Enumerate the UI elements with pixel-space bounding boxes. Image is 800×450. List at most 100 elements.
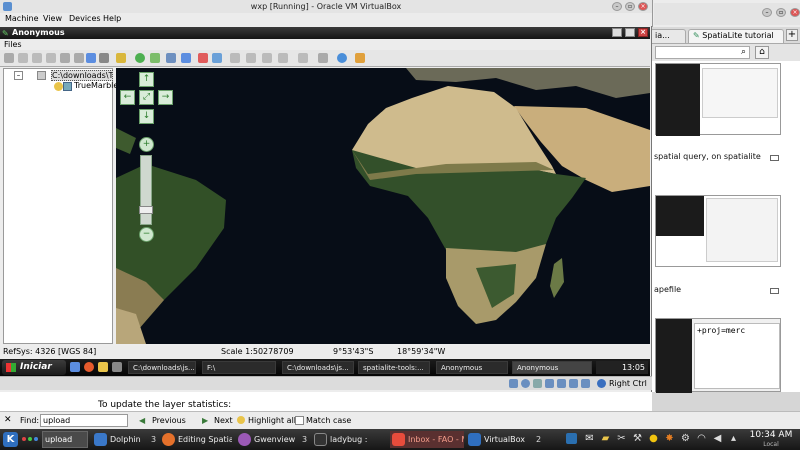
browser-icon[interactable] xyxy=(84,362,94,372)
tool-icon[interactable] xyxy=(150,53,160,63)
volume-icon[interactable]: ◀ xyxy=(712,433,723,444)
highlight-all-toggle[interactable]: Highlight all xyxy=(248,416,296,425)
connect-icon[interactable] xyxy=(86,53,96,63)
browser-maximize-button[interactable]: ▫ xyxy=(776,8,786,17)
tray-expand-icon[interactable]: ▴ xyxy=(728,433,739,444)
task-virtualbox[interactable]: VirtualBox xyxy=(466,431,536,448)
settings-icon[interactable]: ⚙ xyxy=(680,433,691,444)
zoom-out-button[interactable]: − xyxy=(139,227,154,242)
guest-task-active[interactable]: Anonymous xyxy=(512,361,592,374)
close-button[interactable]: × xyxy=(638,2,648,11)
browser-close-button[interactable]: × xyxy=(790,8,800,17)
network-icon[interactable] xyxy=(545,379,554,388)
find-input[interactable]: upload xyxy=(40,414,128,427)
shared-folder-icon[interactable] xyxy=(557,379,566,388)
guest-files-menu[interactable]: Files xyxy=(0,39,650,50)
cd-icon[interactable] xyxy=(521,379,530,388)
browser-tab-spatialite[interactable]: ✎ SpatiaLite tutorial xyxy=(688,29,784,43)
bulb-icon[interactable] xyxy=(54,82,63,91)
screenshot-thumbnail[interactable]: +proj=merc xyxy=(655,318,781,393)
tool-icon[interactable] xyxy=(246,53,256,63)
tool-icon[interactable] xyxy=(262,53,272,63)
folder-icon[interactable] xyxy=(98,362,108,372)
upload-thumbnail[interactable]: upload xyxy=(42,431,88,448)
folder-tray-icon[interactable]: ▰ xyxy=(600,433,611,444)
pan-down-button[interactable]: ↓ xyxy=(139,109,154,124)
enlarge-icon[interactable] xyxy=(770,288,779,294)
pager-dot-icon[interactable] xyxy=(28,437,32,441)
zoom-extent-button[interactable]: ⤢ xyxy=(139,90,154,105)
wifi-icon[interactable]: ◠ xyxy=(696,433,707,444)
match-case-checkbox[interactable] xyxy=(295,416,304,425)
pan-up-button[interactable]: ↑ xyxy=(139,72,154,87)
tool-icon[interactable] xyxy=(60,53,70,63)
minimize-button[interactable]: – xyxy=(612,2,622,11)
menu-devices[interactable]: Devices xyxy=(69,14,101,23)
new-tab-button[interactable]: + xyxy=(786,29,798,41)
task-firefox[interactable]: Editing Spatiali xyxy=(160,431,232,448)
map-canvas[interactable]: ↑ ← ⤢ → ↓ + − xyxy=(116,68,650,344)
task-terminal[interactable]: ladybug : xyxy=(312,431,386,448)
screenshot-thumbnail[interactable] xyxy=(655,195,781,267)
task-gwenview[interactable]: Gwenview xyxy=(236,431,300,448)
notification-icon[interactable]: ✸ xyxy=(664,433,675,444)
pager-dot-icon[interactable] xyxy=(34,437,38,441)
guest-task[interactable]: C:\downloads\js... xyxy=(128,361,196,374)
browser-tab[interactable]: ia... xyxy=(650,29,686,43)
tool-icon[interactable] xyxy=(298,53,308,63)
find-next-button[interactable]: Next xyxy=(214,416,233,425)
quicklaunch-icon[interactable] xyxy=(70,362,80,372)
browser-minimize-button[interactable]: – xyxy=(762,8,772,17)
tool-icon[interactable] xyxy=(166,53,176,63)
home-icon[interactable]: ⌂ xyxy=(755,46,769,59)
find-previous-button[interactable]: Previous xyxy=(152,416,186,425)
lightbulb-icon[interactable]: ● xyxy=(648,433,659,444)
usb-icon[interactable] xyxy=(533,379,542,388)
browser-search-input[interactable]: ⌕ xyxy=(655,46,750,59)
scissors-icon[interactable]: ✂ xyxy=(616,433,627,444)
network-tray-icon[interactable] xyxy=(566,433,577,444)
guest-task[interactable]: C:\downloads\js... xyxy=(282,361,354,374)
capture-icon[interactable] xyxy=(581,379,590,388)
quicklaunch-icon[interactable] xyxy=(112,362,122,372)
menu-machine[interactable]: Machine xyxy=(5,14,39,23)
display-icon[interactable] xyxy=(569,379,578,388)
tree-layer-truemarble[interactable]: TrueMarble xyxy=(74,81,118,90)
tool-icon[interactable] xyxy=(230,53,240,63)
guest-minimize-button[interactable] xyxy=(612,28,622,37)
task-mail[interactable]: Inbox - FAO - M xyxy=(390,431,464,448)
menu-help[interactable]: Help xyxy=(103,14,121,23)
tool-icon[interactable] xyxy=(278,53,288,63)
tool-icon[interactable] xyxy=(4,53,14,63)
tools-icon[interactable]: ⚒ xyxy=(632,433,643,444)
task-dolphin[interactable]: Dolphin xyxy=(92,431,148,448)
screenshot-thumbnail[interactable] xyxy=(655,63,781,136)
menu-view[interactable]: View xyxy=(43,14,62,23)
kde-clock[interactable]: 10:34 AM Local xyxy=(744,430,798,449)
collapse-toggle[interactable]: – xyxy=(14,71,23,80)
tool-icon[interactable] xyxy=(318,53,328,63)
globe-icon[interactable] xyxy=(135,53,145,63)
pan-right-button[interactable]: → xyxy=(158,90,173,105)
tool-icon[interactable] xyxy=(198,53,208,63)
tool-icon[interactable] xyxy=(46,53,56,63)
hdd-icon[interactable] xyxy=(509,379,518,388)
start-button[interactable]: Iniciar xyxy=(2,360,66,375)
layer-icon[interactable] xyxy=(116,53,126,63)
guest-task[interactable]: spatialite-tools:... xyxy=(358,361,430,374)
guest-task[interactable]: Anonymous xyxy=(436,361,508,374)
zoom-in-button[interactable]: + xyxy=(139,137,154,152)
kde-menu-icon[interactable]: K xyxy=(3,432,18,447)
findbar-close-icon[interactable]: ✕ xyxy=(4,415,12,425)
zoom-slider-track[interactable] xyxy=(140,155,152,225)
tool-icon[interactable] xyxy=(32,53,42,63)
tool-icon[interactable] xyxy=(355,53,365,63)
enlarge-icon[interactable] xyxy=(770,155,779,161)
guest-close-button[interactable]: × xyxy=(638,28,648,37)
tool-icon[interactable] xyxy=(18,53,28,63)
tree-db-path[interactable]: C:\downloads\TrueM xyxy=(51,70,113,81)
zoom-slider-thumb[interactable] xyxy=(139,206,153,214)
guest-maximize-button[interactable] xyxy=(625,28,635,37)
pager-dot-icon[interactable] xyxy=(22,437,26,441)
help-icon[interactable] xyxy=(337,53,347,63)
